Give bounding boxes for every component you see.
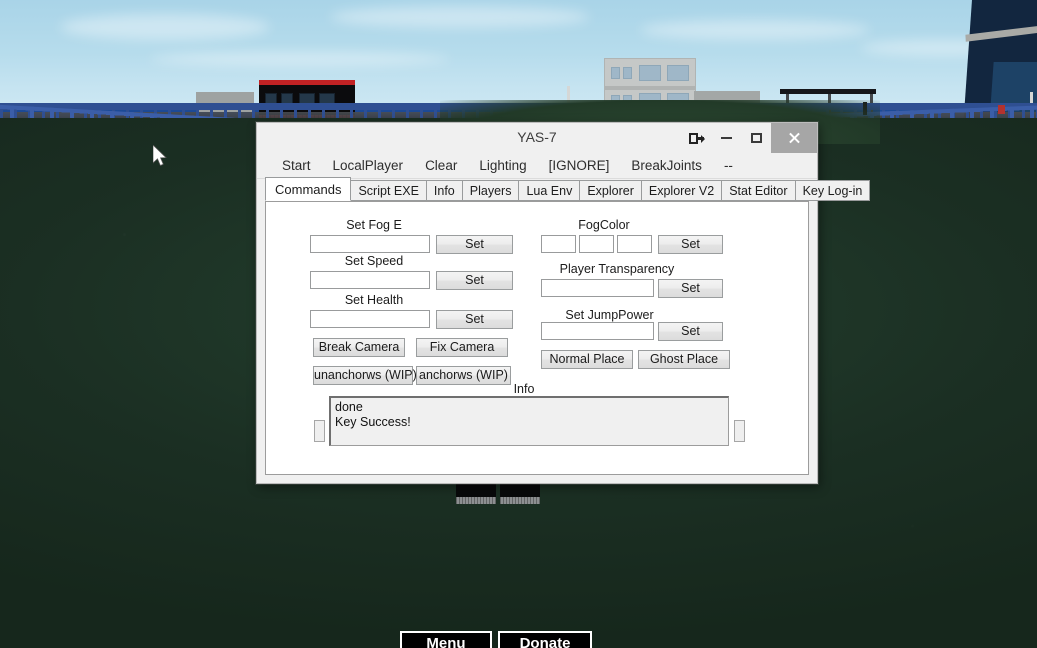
exit-arrow-icon[interactable] bbox=[681, 123, 711, 153]
tab-explorer[interactable]: Explorer bbox=[579, 180, 642, 201]
menubar: Start LocalPlayer Clear Lighting [IGNORE… bbox=[257, 153, 817, 179]
set-fog-label: Set Fog E bbox=[346, 218, 402, 232]
player-transparency-label: Player Transparency bbox=[559, 262, 675, 276]
tab-lua-env[interactable]: Lua Env bbox=[518, 180, 581, 201]
window-pane bbox=[667, 65, 689, 81]
fogcolor-set-button[interactable]: Set bbox=[658, 235, 723, 254]
window-pane bbox=[611, 67, 620, 79]
player-transparency-set-button[interactable]: Set bbox=[658, 279, 723, 298]
window-pane bbox=[623, 67, 632, 79]
hud-donate-button[interactable]: Donate bbox=[498, 631, 592, 648]
bench-base bbox=[500, 497, 540, 504]
maximize-button[interactable] bbox=[741, 123, 771, 153]
info-output-box[interactable]: done Key Success! bbox=[329, 396, 729, 446]
info-line: Key Success! bbox=[335, 414, 411, 429]
menu-item-ignore[interactable]: [IGNORE] bbox=[538, 156, 621, 175]
fogcolor-label: FogColor bbox=[578, 218, 630, 232]
info-label: Info bbox=[513, 382, 535, 396]
fogcolor-b-input[interactable] bbox=[617, 235, 652, 253]
menu-item-localplayer[interactable]: LocalPlayer bbox=[322, 156, 415, 175]
commands-panel: Set Fog E Set Set Speed Set Set Health S… bbox=[265, 201, 809, 475]
tabstrip: Commands Script EXE Info Players Lua Env… bbox=[257, 177, 871, 201]
tab-commands[interactable]: Commands bbox=[265, 177, 352, 201]
normal-place-button[interactable]: Normal Place bbox=[541, 350, 633, 369]
hud-menu-button[interactable]: Menu bbox=[400, 631, 492, 648]
anchor-button[interactable]: anchorws (WIP) bbox=[416, 366, 511, 385]
tab-explorer-v2[interactable]: Explorer V2 bbox=[640, 180, 723, 201]
menu-item-start[interactable]: Start bbox=[271, 156, 322, 175]
menu-item-lighting[interactable]: Lighting bbox=[468, 156, 537, 175]
red-object bbox=[998, 105, 1005, 114]
fix-camera-button[interactable]: Fix Camera bbox=[416, 338, 508, 357]
set-jumppower-label: Set JumpPower bbox=[565, 308, 654, 322]
unanchor-button[interactable]: unanchorws (WIP) bbox=[313, 366, 417, 385]
set-health-label: Set Health bbox=[344, 293, 404, 307]
tab-info[interactable]: Info bbox=[425, 180, 463, 201]
window-pane bbox=[639, 65, 661, 81]
ghost-place-button[interactable]: Ghost Place bbox=[638, 350, 730, 369]
window-titlebar[interactable]: YAS-7 bbox=[257, 123, 817, 153]
info-line: done bbox=[335, 400, 363, 414]
set-fog-button[interactable]: Set bbox=[436, 235, 513, 254]
set-speed-input[interactable] bbox=[310, 271, 430, 289]
window-controls bbox=[681, 123, 817, 153]
building-band bbox=[605, 86, 695, 90]
tower-stripe bbox=[965, 25, 1037, 42]
set-speed-label: Set Speed bbox=[344, 254, 404, 268]
set-jumppower-button[interactable]: Set bbox=[658, 322, 723, 341]
mouse-cursor bbox=[153, 145, 167, 166]
cloud bbox=[640, 20, 870, 40]
menu-item-breakjoints[interactable]: BreakJoints bbox=[620, 156, 713, 175]
yas7-window: YAS-7 Start LocalPlayer Clear Lighting [… bbox=[256, 122, 871, 484]
info-scrollbar-right[interactable] bbox=[734, 420, 745, 442]
maximize-icon bbox=[750, 133, 762, 143]
set-jumppower-input[interactable] bbox=[541, 322, 654, 340]
minimize-icon bbox=[720, 137, 732, 139]
tab-key-login[interactable]: Key Log-in bbox=[794, 180, 871, 201]
break-camera-button[interactable]: Break Camera bbox=[313, 338, 405, 357]
cloud bbox=[150, 52, 450, 66]
close-button[interactable] bbox=[771, 123, 817, 153]
exit-arrow-glyph bbox=[688, 132, 705, 144]
set-speed-button[interactable]: Set bbox=[436, 271, 513, 290]
set-fog-input[interactable] bbox=[310, 235, 430, 253]
set-health-button[interactable]: Set bbox=[436, 310, 513, 329]
tab-players[interactable]: Players bbox=[461, 180, 520, 201]
tab-stat-editor[interactable]: Stat Editor bbox=[721, 180, 796, 201]
cloud bbox=[330, 6, 590, 28]
cloud bbox=[60, 14, 270, 40]
tab-script-exe[interactable]: Script EXE bbox=[350, 180, 427, 201]
player-transparency-input[interactable] bbox=[541, 279, 654, 297]
fogcolor-g-input[interactable] bbox=[579, 235, 614, 253]
info-scrollbar-left[interactable] bbox=[314, 420, 325, 442]
tower-building bbox=[963, 0, 1037, 118]
set-health-input[interactable] bbox=[310, 310, 430, 328]
fogcolor-r-input[interactable] bbox=[541, 235, 576, 253]
menu-item-clear[interactable]: Clear bbox=[414, 156, 468, 175]
menu-item-dashes[interactable]: -- bbox=[713, 156, 744, 175]
bench-base bbox=[456, 497, 496, 504]
minimize-button[interactable] bbox=[711, 123, 741, 153]
